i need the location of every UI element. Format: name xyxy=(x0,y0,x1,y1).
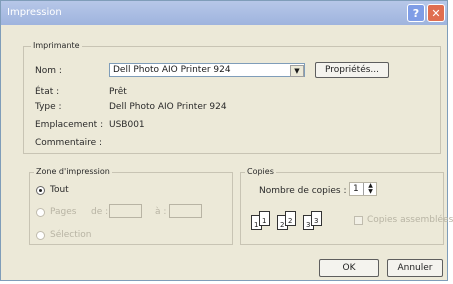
location-value: USB001 xyxy=(109,120,145,130)
range-to-label: à : xyxy=(155,207,167,217)
help-button[interactable]: ? xyxy=(407,4,425,22)
ok-button[interactable]: OK xyxy=(319,259,379,277)
range-from-label: de : xyxy=(91,207,109,217)
location-label: Emplacement : xyxy=(35,120,104,130)
copies-count-value: 1 xyxy=(353,184,359,194)
comment-label: Commentaire : xyxy=(35,138,103,148)
range-selection-label[interactable]: Sélection xyxy=(50,230,91,240)
printer-name-value: Dell Photo AIO Printer 924 xyxy=(113,65,231,75)
title-bar: Impression ? ✕ xyxy=(1,1,447,25)
collate-preview-icon: 1 1 2 2 3 3 xyxy=(251,209,329,233)
print-range-legend: Zone d'impression xyxy=(34,167,112,176)
range-selection-radio[interactable] xyxy=(36,231,45,240)
window-title: Impression xyxy=(7,7,62,18)
range-all-radio[interactable] xyxy=(36,186,45,195)
close-icon: ✕ xyxy=(431,6,441,20)
close-button[interactable]: ✕ xyxy=(427,4,445,22)
range-pages-label[interactable]: Pages xyxy=(50,207,76,217)
range-pages-radio[interactable] xyxy=(36,208,45,217)
collate-checkbox[interactable] xyxy=(354,216,363,225)
collate-label[interactable]: Copies assemblées xyxy=(367,215,453,225)
properties-button[interactable]: Propriétés... xyxy=(315,62,389,78)
copies-count-label: Nombre de copies : xyxy=(259,186,347,196)
copies-count-field[interactable]: 1 ▲ ▼ xyxy=(349,182,377,196)
type-value: Dell Photo AIO Printer 924 xyxy=(109,102,227,112)
printer-group-legend: Imprimante xyxy=(31,41,82,50)
status-value: Prêt xyxy=(109,87,127,97)
copies-spinner[interactable]: ▲ ▼ xyxy=(363,183,377,195)
copies-legend: Copies xyxy=(245,167,276,176)
range-from-field[interactable] xyxy=(109,204,142,218)
range-all-label[interactable]: Tout xyxy=(50,185,69,195)
printer-name-label: Nom : xyxy=(35,66,62,76)
printer-name-select[interactable]: Dell Photo AIO Printer 924 ▼ xyxy=(109,63,305,77)
cancel-button[interactable]: Annuler xyxy=(387,259,443,277)
range-to-field[interactable] xyxy=(169,204,202,218)
status-label: État : xyxy=(35,87,60,97)
type-label: Type : xyxy=(35,102,62,112)
chevron-down-icon[interactable]: ▼ xyxy=(290,65,304,77)
help-icon: ? xyxy=(412,6,420,20)
print-dialog: Impression ? ✕ Imprimante Nom : Dell Pho… xyxy=(0,0,453,281)
